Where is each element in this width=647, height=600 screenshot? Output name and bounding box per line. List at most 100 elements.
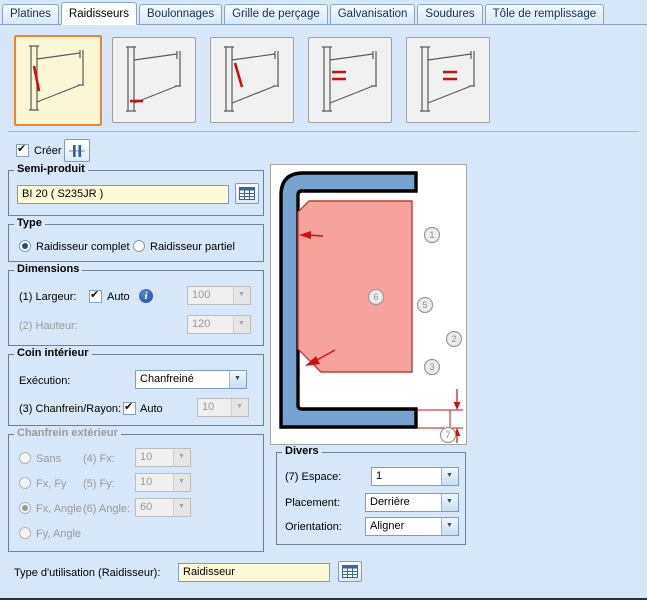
orientation-combo[interactable]: Aligner <box>365 517 459 536</box>
fx-label: (4) Fx: <box>83 453 115 465</box>
fx-angle-label: Fx, Angle <box>36 503 82 515</box>
callout-3: 3 <box>425 360 440 375</box>
fx-fy-radio <box>19 477 31 489</box>
chanfrein-exterieur-title: Chanfrein extérieur <box>14 427 121 439</box>
variant-thumbnail-1[interactable] <box>14 35 102 126</box>
variant-3-sketch <box>212 40 290 118</box>
espace-label: (7) Espace: <box>285 471 341 483</box>
variant-2-sketch <box>114 40 192 118</box>
sans-label: Sans <box>36 453 61 465</box>
tab-galvanisation[interactable]: Galvanisation <box>330 4 416 24</box>
info-icon: i <box>139 289 153 303</box>
execution-combo[interactable]: Chanfreiné <box>135 370 247 389</box>
divers-group: Divers (7) Espace: 1 Placement: Derrière… <box>276 452 466 545</box>
chevron-down-icon <box>173 499 190 516</box>
type-group: Type Raidisseur complet Raidisseur parti… <box>8 224 264 262</box>
svg-text:1: 1 <box>429 230 434 240</box>
divers-title: Divers <box>282 445 322 457</box>
hauteur-combo: 120 <box>187 315 251 334</box>
raidisseur-partiel-radio[interactable] <box>133 240 145 252</box>
dimensions-group: Dimensions (1) Largeur: Auto i 100 (2) H… <box>8 270 264 346</box>
semi-produit-table-button[interactable] <box>235 183 259 204</box>
variant-thumbnail-4[interactable] <box>308 37 392 123</box>
svg-text:5: 5 <box>422 300 427 310</box>
largeur-auto-checkbox[interactable] <box>89 290 102 303</box>
tab-grille-de-percage[interactable]: Grille de perçage <box>224 4 328 24</box>
channel-section-drawing: 1 6 5 2 3 7 <box>271 165 466 444</box>
chevron-down-icon <box>233 316 250 333</box>
placement-label: Placement: <box>285 497 340 509</box>
sans-radio <box>19 452 31 464</box>
tab-boulonnages[interactable]: Boulonnages <box>139 4 222 24</box>
chevron-down-icon <box>441 518 458 535</box>
fx-fy-label: Fx, Fy <box>36 478 67 490</box>
callout-5: 5 <box>418 298 433 313</box>
chevron-down-icon <box>233 287 250 304</box>
type-title: Type <box>14 217 45 229</box>
chevron-down-icon <box>173 474 190 491</box>
dimensions-title: Dimensions <box>14 263 82 275</box>
chevron-down-icon <box>173 449 190 466</box>
fy-angle-radio <box>19 527 31 539</box>
raidisseur-complet-label: Raidisseur complet <box>36 241 130 253</box>
variant-thumbnail-3[interactable] <box>210 37 294 123</box>
chanfrein-rayon-combo: 10 <box>197 398 249 417</box>
raidisseur-partiel-label: Raidisseur partiel <box>150 241 235 253</box>
table-icon <box>239 187 255 200</box>
chanfrein-rayon-label: (3) Chanfrein/Rayon: <box>19 403 121 415</box>
semi-produit-group: Semi-produit BI 20 ( S235JR ) <box>8 170 264 216</box>
fy-combo: 10 <box>135 473 191 492</box>
callout-6: 6 <box>369 290 384 305</box>
variant-1-sketch <box>17 39 95 117</box>
variant-thumbnail-5[interactable] <box>406 37 490 123</box>
type-utilisation-table-button[interactable] <box>338 561 362 582</box>
creer-label: Créer <box>34 145 62 157</box>
tab-soudures[interactable]: Soudures <box>417 4 482 24</box>
fx-combo: 10 <box>135 448 191 467</box>
angle-label: (6) Angle: <box>83 503 130 515</box>
chevron-down-icon <box>441 494 458 511</box>
orientation-label: Orientation: <box>285 521 342 533</box>
fy-label: (5) Fy: <box>83 478 115 490</box>
tab-raidisseurs[interactable]: Raidisseurs <box>61 2 137 25</box>
largeur-auto-label: Auto <box>107 291 130 303</box>
fy-angle-label: Fy, Angle <box>36 528 81 540</box>
angle-combo: 60 <box>135 498 191 517</box>
type-utilisation-field[interactable]: Raidisseur <box>178 563 330 582</box>
chevron-down-icon <box>441 468 458 485</box>
tab-tole-de-remplissage[interactable]: Tôle de remplissage <box>485 4 605 24</box>
stiffener-preview-diagram: 1 6 5 2 3 7 <box>270 164 467 445</box>
stiffener-pair-icon <box>68 143 86 159</box>
callout-1: 1 <box>425 228 440 243</box>
creer-checkbox[interactable] <box>16 144 29 157</box>
semi-produit-title: Semi-produit <box>14 163 88 175</box>
table-icon <box>342 565 358 578</box>
variant-5-sketch <box>408 40 486 118</box>
thumbnail-separator <box>8 131 639 132</box>
placement-combo[interactable]: Derrière <box>365 493 459 512</box>
espace-combo[interactable]: 1 <box>371 467 459 486</box>
chevron-down-icon <box>229 371 246 388</box>
coin-interieur-group: Coin intérieur Exécution: Chanfreiné (3)… <box>8 354 264 426</box>
largeur-combo: 100 <box>187 286 251 305</box>
svg-text:3: 3 <box>429 362 434 372</box>
stiffener-pair-button[interactable] <box>64 139 90 162</box>
variant-thumbnail-2[interactable] <box>112 37 196 123</box>
callout-2: 2 <box>447 332 462 347</box>
execution-label: Exécution: <box>19 375 70 387</box>
chanfrein-exterieur-group: Chanfrein extérieur Sans (4) Fx: 10 Fx, … <box>8 434 264 552</box>
chanfrein-auto-label: Auto <box>140 403 163 415</box>
raidisseur-complet-radio[interactable] <box>19 240 31 252</box>
type-utilisation-label: Type d'utilisation (Raidisseur): <box>14 567 160 579</box>
fx-angle-radio <box>19 502 31 514</box>
chanfrein-auto-checkbox[interactable] <box>123 402 136 415</box>
semi-produit-field[interactable]: BI 20 ( S235JR ) <box>17 185 229 204</box>
svg-text:7: 7 <box>445 430 450 440</box>
tab-platines[interactable]: Platines <box>2 4 59 24</box>
stiffener-plate <box>298 201 412 372</box>
variant-4-sketch <box>310 40 388 118</box>
callout-7: 7 <box>441 428 456 443</box>
tab-bar: Platines Raidisseurs Boulonnages Grille … <box>2 1 647 24</box>
svg-text:2: 2 <box>451 334 456 344</box>
largeur-label: (1) Largeur: <box>19 291 76 303</box>
